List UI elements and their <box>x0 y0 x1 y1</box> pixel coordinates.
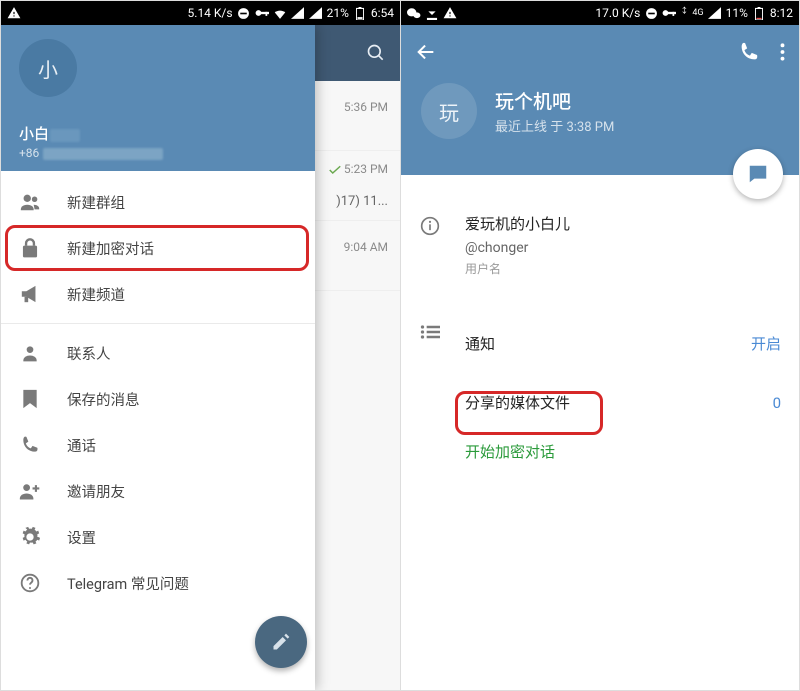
setting-value: 0 <box>773 394 781 412</box>
net-speed: 5.14 K/s <box>188 6 233 20</box>
shared-media-row[interactable]: 分享的媒体文件 0 <box>419 378 781 427</box>
menu-calls[interactable]: 通话 <box>1 422 315 468</box>
chat-icon <box>747 163 769 185</box>
phone-icon <box>19 434 41 456</box>
clock: 6:54 <box>371 6 394 20</box>
chat-preview: )17) 11... <box>336 194 388 209</box>
menu-label: 设置 <box>67 527 96 548</box>
menu-settings[interactable]: 设置 <box>1 514 315 560</box>
menu-label: 新建频道 <box>67 284 125 305</box>
signal-icon <box>291 6 305 20</box>
avatar[interactable]: 玩 <box>421 83 477 139</box>
menu-label: 邀请朋友 <box>67 481 125 502</box>
menu-label: 新建群组 <box>67 192 125 213</box>
display-name: 爱玩机的小白儿 <box>465 213 781 234</box>
signal-icon <box>309 6 323 20</box>
chat-row[interactable]: 9:04 AM <box>314 221 400 291</box>
compose-fab[interactable] <box>255 616 307 668</box>
menu-faq[interactable]: Telegram 常见问题 <box>1 560 315 606</box>
chat-row[interactable]: 5:23 PM )17) 11... <box>314 151 400 221</box>
chat-time: 9:04 AM <box>344 240 388 254</box>
setting-value: 开启 <box>751 333 781 354</box>
last-seen: 最近上线 于 3:38 PM <box>495 116 614 135</box>
download-icon <box>425 6 439 20</box>
status-bar: 5.14 K/s 21% 6:54 <box>1 1 400 25</box>
settings-section: 通知 开启 <box>419 309 781 378</box>
username-caption: 用户名 <box>465 260 781 277</box>
menu-new-channel[interactable]: 新建频道 <box>1 271 315 317</box>
menu-saved-messages[interactable]: 保存的消息 <box>1 376 315 422</box>
group-icon <box>19 191 41 213</box>
user-name: 小白 <box>19 123 297 144</box>
username[interactable]: @chonger <box>465 240 781 256</box>
menu-contacts[interactable]: 联系人 <box>1 330 315 376</box>
menu-label: 通话 <box>67 435 96 456</box>
phone-left: 5.14 K/s 21% 6:54 5:36 PM 5:2 <box>1 1 400 690</box>
info-section: 爱玩机的小白儿 @chonger 用户名 <box>419 203 781 287</box>
battery-pct: 11% <box>726 6 748 20</box>
start-secret-chat[interactable]: 开始加密对话 <box>419 427 781 476</box>
back-icon[interactable] <box>415 41 437 63</box>
setting-label: 分享的媒体文件 <box>465 392 570 413</box>
megaphone-icon <box>19 283 41 305</box>
net-speed: 17.0 K/s <box>595 6 640 20</box>
chat-row[interactable]: 5:36 PM <box>314 81 400 151</box>
menu-label: 联系人 <box>67 343 111 364</box>
clock: 8:12 <box>770 6 793 20</box>
menu-label: 新建加密对话 <box>67 238 154 259</box>
toolbar <box>401 25 799 79</box>
notifications-row[interactable]: 通知 开启 <box>465 319 781 368</box>
setting-label: 通知 <box>465 333 495 354</box>
menu-new-group[interactable]: 新建群组 <box>1 179 315 225</box>
bookmark-icon <box>19 388 41 410</box>
drawer-menu: 新建群组 新建加密对话 新建频道 联系人 保存的消息 <box>1 171 315 614</box>
call-icon[interactable] <box>738 41 760 63</box>
divider <box>1 323 315 324</box>
profile-name: 玩个机吧 <box>495 87 614 114</box>
net-type: 4G <box>692 8 703 18</box>
dnd-icon <box>644 6 658 20</box>
info-icon <box>419 215 441 237</box>
gear-icon <box>19 526 41 548</box>
battery-icon <box>752 6 766 20</box>
warning-icon <box>7 6 21 20</box>
phone-right: 17.0 K/s ↕ 4G 11% 8:12 <box>400 1 799 690</box>
contact-icon <box>19 342 41 364</box>
chat-time: 5:23 PM <box>329 162 388 176</box>
lock-icon <box>19 237 41 259</box>
drawer-header: 小 小白 +86 <box>1 25 315 171</box>
menu-invite-friends[interactable]: 邀请朋友 <box>1 468 315 514</box>
main-header-bg <box>314 25 400 81</box>
search-icon[interactable] <box>366 43 386 63</box>
avatar[interactable]: 小 <box>19 39 77 97</box>
dnd-icon <box>237 6 251 20</box>
add-user-icon <box>19 480 41 502</box>
nav-drawer: 小 小白 +86 新建群组 新建加密对话 <box>1 25 315 690</box>
profile-header: 玩 玩个机吧 最近上线 于 3:38 PM <box>401 25 799 175</box>
menu-label: Telegram 常见问题 <box>67 573 189 594</box>
more-icon[interactable] <box>780 42 785 62</box>
status-bar: 17.0 K/s ↕ 4G 11% 8:12 <box>401 1 799 25</box>
vpn-key-icon <box>662 6 676 20</box>
profile-summary: 玩 玩个机吧 最近上线 于 3:38 PM <box>401 79 799 139</box>
battery-icon <box>353 6 367 20</box>
warning-icon <box>443 6 457 20</box>
wifi-icon <box>273 6 287 20</box>
menu-label: 保存的消息 <box>67 389 140 410</box>
vpn-key-icon <box>255 6 269 20</box>
user-phone: +86 <box>19 146 297 160</box>
message-fab[interactable] <box>733 149 783 199</box>
profile-body: 爱玩机的小白儿 @chonger 用户名 通知 开启 分享的媒体文件 <box>401 175 799 476</box>
list-icon <box>419 321 441 343</box>
wechat-icon <box>407 6 421 20</box>
data-arrows-icon: ↕ <box>680 5 688 16</box>
chat-time: 5:36 PM <box>344 100 388 114</box>
help-icon <box>19 572 41 594</box>
menu-new-secret-chat[interactable]: 新建加密对话 <box>1 225 315 271</box>
battery-pct: 21% <box>327 6 349 20</box>
signal-icon <box>708 6 722 20</box>
pencil-icon <box>271 632 291 652</box>
